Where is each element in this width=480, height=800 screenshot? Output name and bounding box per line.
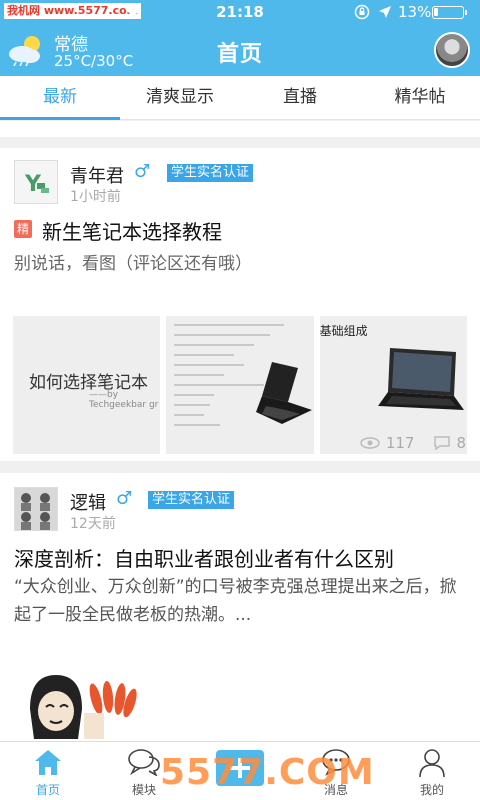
post-card-partial[interactable]: 12 0 [0, 121, 480, 137]
nav-profile[interactable]: 我的 [384, 742, 480, 800]
nav-label: 模块 [131, 783, 156, 797]
user-avatar[interactable] [434, 32, 470, 68]
nav-modules[interactable]: 模块 [96, 742, 192, 800]
nav-label: 消息 [323, 783, 348, 797]
post-excerpt: 别说话，看图（评论区还有哦） [14, 254, 252, 274]
post-title[interactable]: 新生笔记本选择教程 [42, 216, 222, 245]
image-caption: 基础组成 [319, 324, 368, 338]
nav-label: 我的 [419, 783, 444, 797]
tab-clean-view[interactable]: 清爽显示 [120, 76, 240, 119]
post-card[interactable]: Y 青年君 ♂ 学生实名认证 1小时前 精 新生笔记本选择教程 别说话，看图（评… [0, 148, 480, 461]
meme-image[interactable] [22, 669, 142, 739]
home-icon [35, 750, 61, 775]
nav-messages[interactable]: 消息 [288, 742, 384, 800]
nav-home[interactable]: 首页 [0, 742, 96, 800]
male-icon: ♂ [116, 488, 133, 509]
battery-icon [432, 6, 467, 19]
author-name[interactable]: 青年君 [70, 162, 124, 188]
laptop-image [377, 348, 464, 410]
verified-badge: 学生实名认证 [148, 491, 235, 509]
author-avatar[interactable]: Y [14, 160, 58, 204]
tab-live[interactable]: 直播 [240, 76, 360, 119]
comment-icon [434, 436, 451, 450]
post-excerpt: “大众创业、万众创新”的口号被李克强总理提出来之后，掀起了一股全民做老板的热潮。… [14, 577, 457, 625]
post-title[interactable]: 深度剖析：自由职业者跟创业者有什么区别 [14, 543, 394, 572]
post-card[interactable]: 逻辑 ♂ 学生实名认证 12天前 深度剖析：自由职业者跟创业者有什么区别 “大众… [0, 473, 480, 741]
feed-tabs: 最新 清爽显示 直播 精华帖 [0, 76, 480, 120]
tab-featured[interactable]: 精华帖 [360, 76, 480, 119]
author-photo-icon [15, 488, 57, 530]
post-time: 1小时前 [70, 189, 121, 205]
laptop-image [256, 362, 313, 424]
post-image[interactable] [166, 316, 314, 454]
nav-label: 首页 [35, 783, 60, 797]
male-icon: ♂ [134, 161, 151, 182]
profile-icon [419, 749, 445, 778]
view-count: 117 [385, 434, 415, 452]
post-image[interactable]: 如何选择笔记本 ——by Techgeekbar gr [13, 316, 161, 454]
author-name[interactable]: 逻辑 [70, 489, 106, 515]
author-avatar[interactable] [14, 487, 58, 531]
comment-count: 8 [456, 434, 466, 452]
tab-latest[interactable]: 最新 [0, 76, 120, 120]
nav-create[interactable] [192, 742, 288, 800]
page-title: 首页 [216, 42, 263, 67]
featured-tag: 精 [14, 220, 32, 238]
post-feed: 12 0 Y 青年君 ♂ 学生实名认证 1小时前 精 新生笔记本选择教程 别说话… [0, 121, 480, 741]
battery-percent: 13% [398, 3, 432, 21]
views-icon [360, 437, 380, 449]
image-subcaption: ——by Techgeekbar gr [89, 390, 159, 410]
bottom-nav: 首页 模块 消息 我的 [0, 741, 480, 800]
app-header: 常德 25°C/30°C 首页 [0, 24, 480, 76]
author-logo-icon: Y [24, 172, 49, 197]
chat-bubbles-icon [128, 749, 160, 776]
post-time: 12天前 [70, 516, 116, 532]
plus-icon[interactable] [216, 750, 264, 786]
message-icon [322, 749, 350, 776]
verified-badge: 学生实名认证 [167, 164, 254, 182]
location-icon [379, 6, 391, 18]
status-bar: 我机网 www.5577.com 21:18 13% [0, 0, 480, 24]
rotation-lock-icon [354, 4, 370, 20]
